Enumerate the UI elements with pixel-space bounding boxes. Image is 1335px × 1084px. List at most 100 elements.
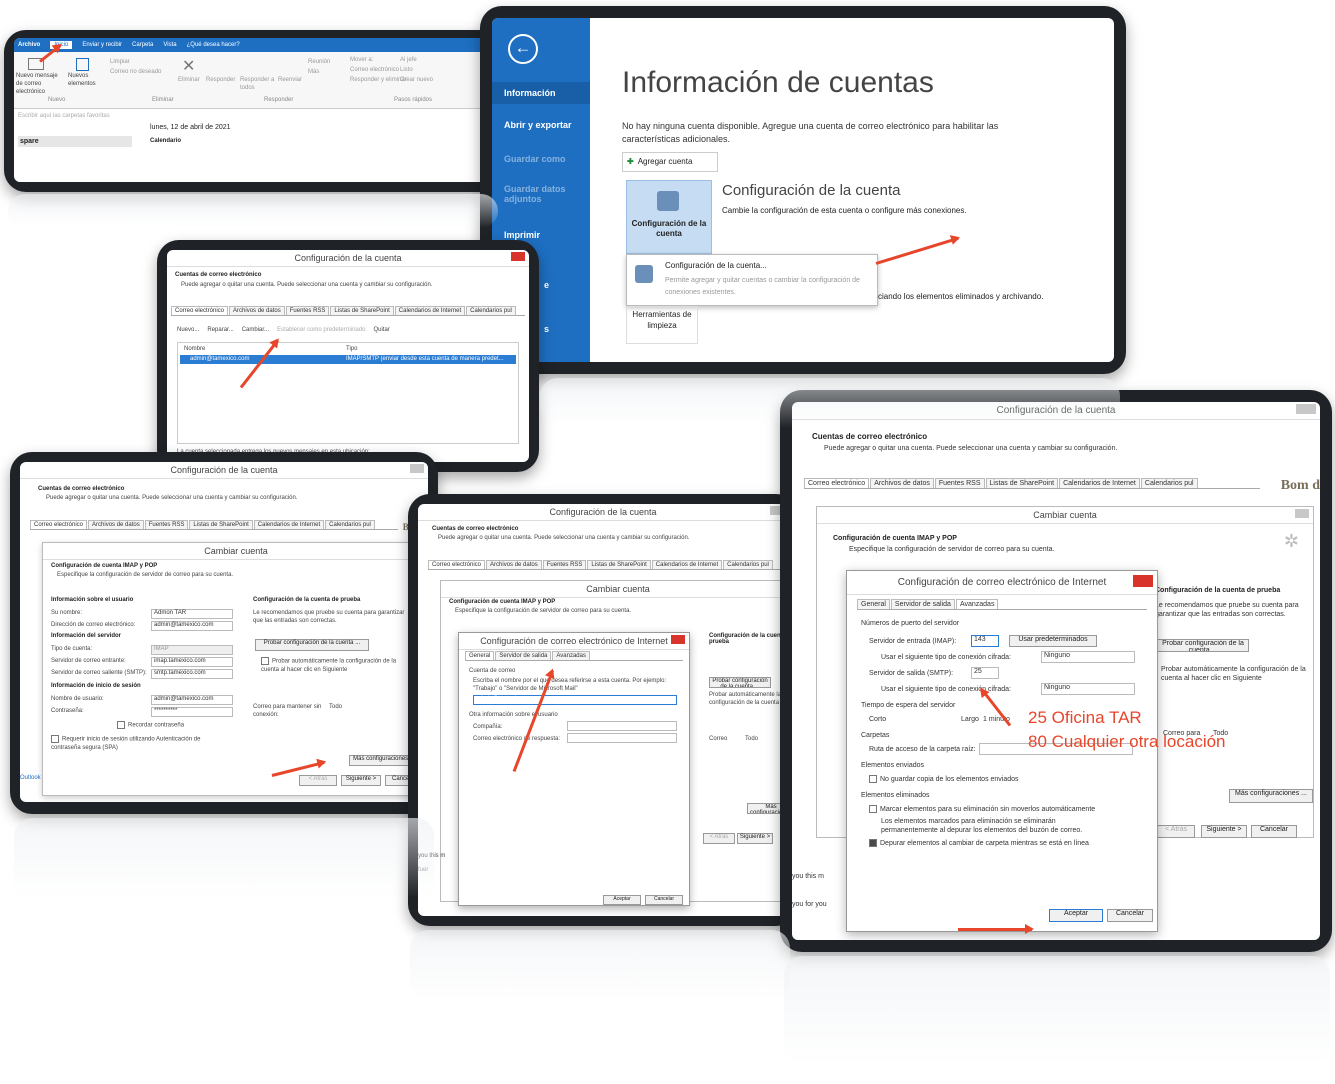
tab-archivos[interactable]: Archivos de datos: [88, 520, 144, 529]
account-name-field[interactable]: admin@tamexico.com: [473, 695, 677, 705]
create-new-step[interactable]: Crear nuevo: [400, 76, 433, 84]
tab-avanzadas[interactable]: Avanzadas: [955, 599, 999, 609]
tab-rss[interactable]: Fuentes RSS: [542, 560, 587, 569]
company-field[interactable]: [567, 721, 677, 731]
tab-rss[interactable]: Fuentes RSS: [934, 478, 985, 488]
mark-delete-option[interactable]: Marcar elementos para su eliminación sin…: [869, 805, 1095, 814]
spa-option[interactable]: Requerir inicio de sesión utilizando Aut…: [51, 735, 221, 752]
purge-checkbox[interactable]: [869, 839, 877, 848]
change-button[interactable]: Cambiar...: [242, 326, 269, 334]
remember-password[interactable]: Recordar contraseña: [117, 721, 184, 730]
email-field[interactable]: admin@tamexico.com: [151, 621, 233, 631]
to-manager-step[interactable]: Al jefe: [400, 56, 417, 64]
add-account-button[interactable]: ✚ Agregar cuenta: [622, 152, 718, 172]
nav-guardar-adjuntos[interactable]: Guardar datos adjuntos: [492, 184, 586, 204]
next-button[interactable]: Siguiente >: [737, 833, 773, 844]
tab-calendarios-pub[interactable]: Calendarios pul: [466, 306, 516, 315]
delete-button[interactable]: Eliminar: [178, 76, 200, 84]
email-step[interactable]: Correo electrónico: [350, 66, 399, 74]
tab-rss[interactable]: Fuentes RSS: [144, 520, 189, 529]
tab-vista[interactable]: Vista: [163, 42, 176, 48]
tell-me-box[interactable]: ¿Qué desea hacer?: [187, 42, 240, 48]
folder-spare[interactable]: spare: [18, 136, 132, 147]
new-button[interactable]: Nuevo...: [177, 326, 199, 334]
tab-calendarios[interactable]: Calendarios de Internet: [1059, 478, 1140, 488]
close-icon[interactable]: [1296, 404, 1316, 414]
cleanup-button[interactable]: Limpiar: [110, 58, 130, 66]
tab-calendarios-pub[interactable]: Calendarios pul: [723, 560, 773, 569]
nav-imprimir[interactable]: Imprimir: [492, 230, 552, 240]
no-save-copy-option[interactable]: No guardar copia de los elementos enviad…: [869, 775, 1019, 784]
keep-offline-value[interactable]: Todo: [745, 735, 758, 743]
tab-enviar-recibir[interactable]: Enviar y recibir: [82, 42, 122, 48]
back-button[interactable]: < Atrás: [703, 833, 735, 844]
tab-general[interactable]: General: [465, 651, 495, 660]
tab-carpeta[interactable]: Carpeta: [132, 42, 153, 48]
cancel-button[interactable]: Cancelar: [1107, 909, 1153, 922]
junk-button[interactable]: Correo no deseado: [110, 68, 161, 76]
done-step[interactable]: Listo: [400, 66, 413, 74]
tab-sharepoint[interactable]: Listas de SharePoint: [330, 306, 394, 315]
test-account-button[interactable]: Probar configuración de la cuenta ...: [255, 639, 369, 651]
repair-button[interactable]: Reparar...: [207, 326, 233, 334]
tab-archivo[interactable]: Archivo: [18, 42, 40, 48]
next-button[interactable]: Siguiente >: [341, 775, 381, 786]
your-name-field[interactable]: Admon TAR: [151, 609, 233, 619]
back-arrow-icon[interactable]: ←: [508, 34, 538, 64]
auto-test-option[interactable]: Probar automáticamente la configuración …: [709, 691, 788, 707]
menu-item-account-settings[interactable]: Configuración de la cuenta...: [665, 261, 767, 270]
tab-calendarios[interactable]: Calendarios de Internet: [394, 306, 466, 315]
tab-sharepoint[interactable]: Listas de SharePoint: [189, 520, 253, 529]
reply-all-button[interactable]: Responder a todos: [240, 76, 276, 92]
ok-button[interactable]: Aceptar: [1049, 909, 1103, 922]
auto-test-checkbox[interactable]: [261, 657, 269, 665]
tab-archivos[interactable]: Archivos de datos: [870, 478, 934, 488]
tab-correo[interactable]: Correo electrónico: [171, 306, 229, 315]
keep-offline-value[interactable]: Todo: [329, 703, 342, 711]
tab-sharepoint[interactable]: Listas de SharePoint: [985, 478, 1059, 488]
reply-field[interactable]: [567, 733, 677, 743]
remove-button[interactable]: Quitar: [373, 326, 389, 334]
purge-option[interactable]: Depurar elementos al cambiar de carpeta …: [869, 839, 1089, 848]
spa-checkbox[interactable]: [51, 735, 59, 743]
tab-correo[interactable]: Correo electrónico: [30, 520, 88, 529]
tab-avanzadas[interactable]: Avanzadas: [552, 651, 590, 660]
account-type-select[interactable]: IMAP: [151, 645, 233, 655]
new-mail-button[interactable]: Nuevo mensaje de correo electrónico: [16, 72, 66, 96]
close-icon[interactable]: [1133, 575, 1153, 587]
more-button[interactable]: Más: [308, 68, 319, 76]
outgoing-field[interactable]: smtp.tamexico.com: [151, 669, 233, 679]
new-items-button[interactable]: Nuevos elementos: [68, 72, 104, 88]
remember-checkbox[interactable]: [117, 721, 125, 729]
test-account-button[interactable]: Probar configuración de la cuenta ...: [709, 677, 771, 688]
close-icon[interactable]: [410, 464, 424, 473]
password-field[interactable]: **********: [151, 707, 233, 717]
tab-calendarios-pub[interactable]: Calendarios pul: [325, 520, 375, 529]
tab-correo[interactable]: Correo electrónico: [804, 478, 870, 488]
tab-sharepoint[interactable]: Listas de SharePoint: [587, 560, 651, 569]
outgoing-port-field[interactable]: 25: [971, 667, 999, 679]
more-settings-button[interactable]: Más configuraciones ...: [1229, 789, 1313, 803]
cancel-button[interactable]: Cancelar: [645, 895, 683, 905]
cleanup-tools-button[interactable]: Herramientas de limpieza: [626, 306, 698, 344]
tab-correo[interactable]: Correo electrónico: [428, 560, 486, 569]
tab-rss[interactable]: Fuentes RSS: [285, 306, 330, 315]
back-button[interactable]: < Atrás: [299, 775, 337, 786]
mark-delete-checkbox[interactable]: [869, 805, 877, 814]
close-icon[interactable]: [511, 252, 525, 261]
tab-calendarios-pub[interactable]: Calendarios pul: [1140, 478, 1198, 488]
ok-button[interactable]: Aceptar: [603, 895, 641, 905]
no-save-copy-checkbox[interactable]: [869, 775, 877, 784]
close-icon[interactable]: [1295, 509, 1309, 518]
set-default-button[interactable]: Establecer como predeterminado: [277, 326, 365, 334]
use-defaults-button[interactable]: Usar predeterminados: [1009, 635, 1097, 647]
test-account-button[interactable]: Probar configuración de la cuenta ...: [1157, 639, 1249, 652]
move-to-step[interactable]: Mover a:: [350, 56, 373, 64]
tab-calendarios[interactable]: Calendarios de Internet: [253, 520, 325, 529]
auto-test-option[interactable]: Probar automáticamente la configuración …: [1161, 665, 1311, 683]
tab-general[interactable]: General: [857, 599, 890, 609]
tab-calendarios[interactable]: Calendarios de Internet: [651, 560, 723, 569]
nav-informacion[interactable]: Información: [492, 82, 590, 104]
tab-archivos[interactable]: Archivos de datos: [229, 306, 285, 315]
incoming-field[interactable]: imap.tamexico.com: [151, 657, 233, 667]
